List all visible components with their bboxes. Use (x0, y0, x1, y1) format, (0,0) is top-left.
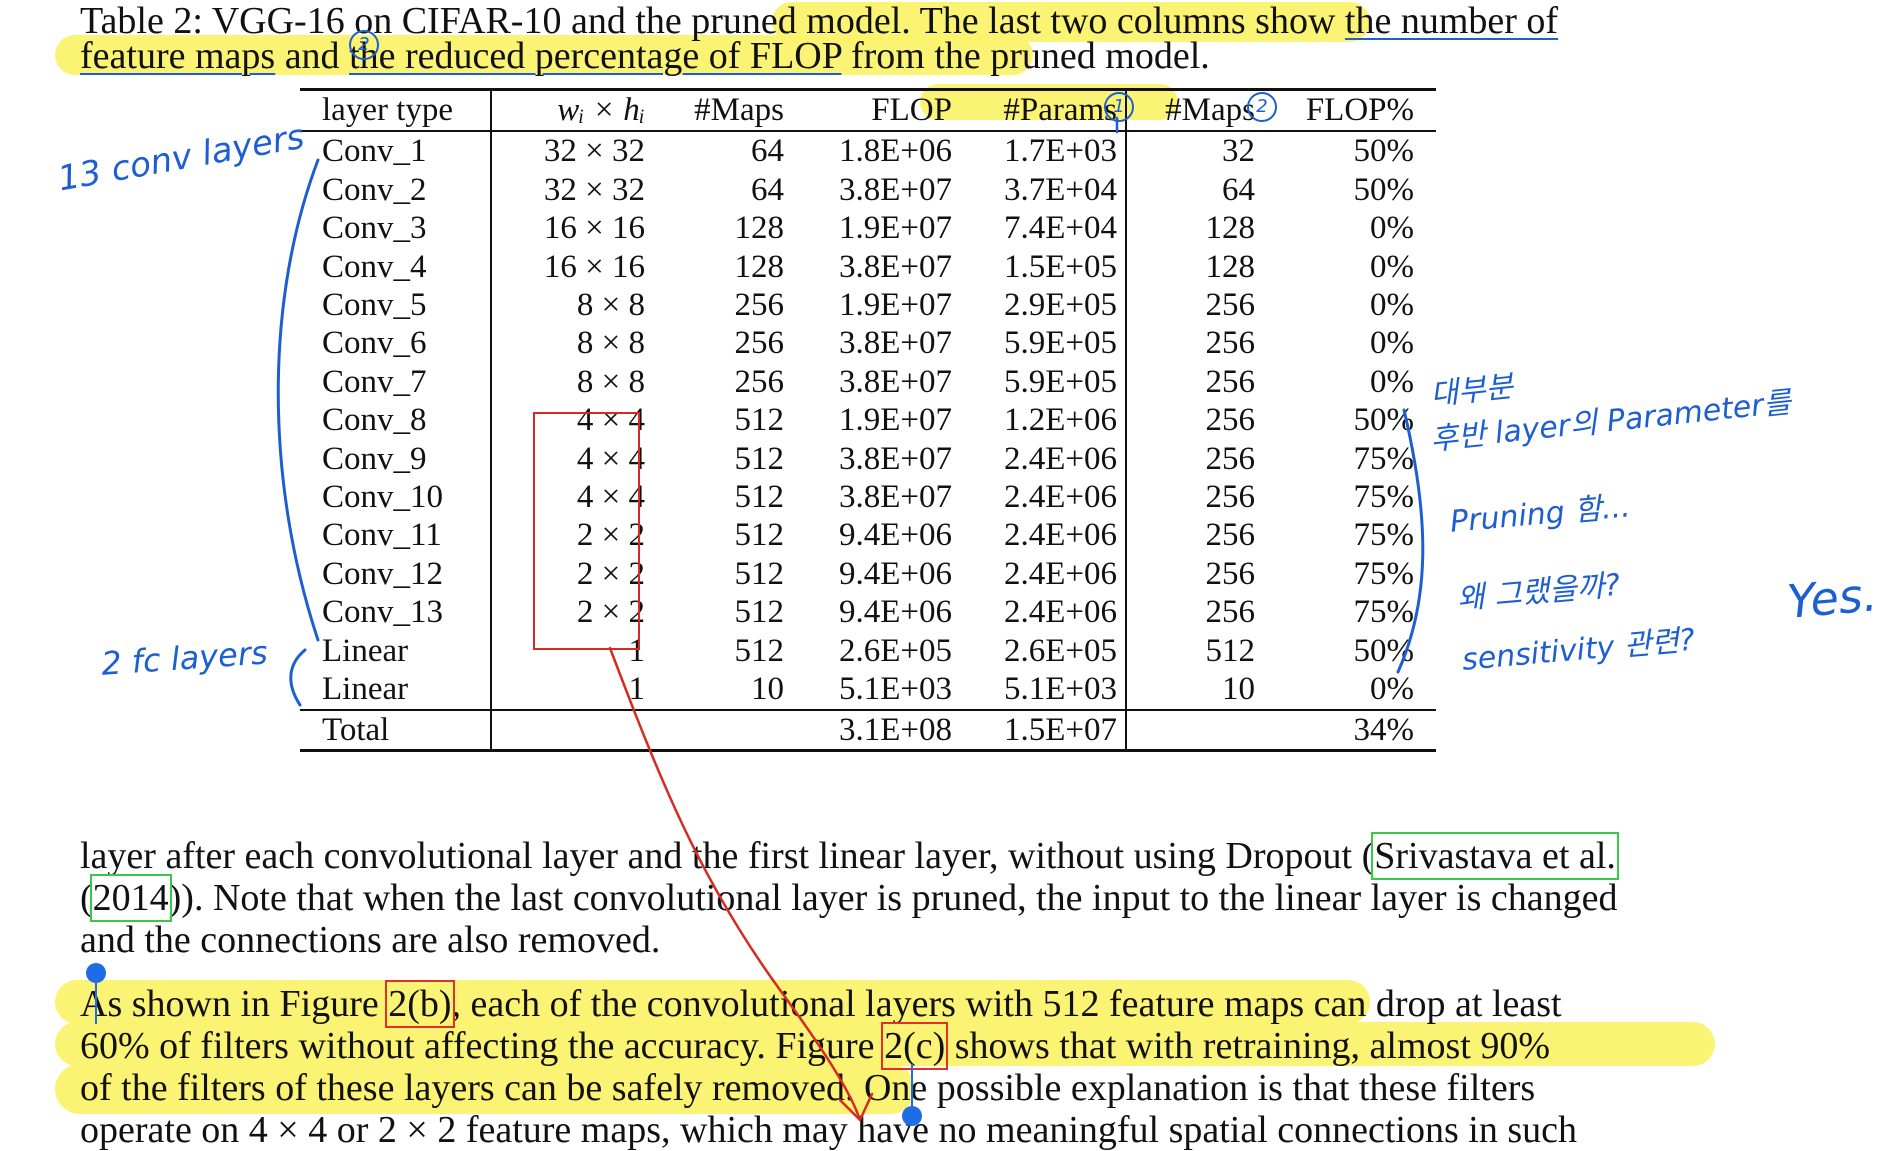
conv-brace-stroke (276, 158, 320, 642)
document-page: Table 2: VGG-16 on CIFAR-10 and the prun… (0, 0, 1895, 1151)
red-arrow-stroke (608, 646, 862, 1122)
right-brace-stroke (1396, 408, 1425, 674)
fc-brace-stroke (289, 648, 307, 707)
ink-layer (276, 116, 1425, 1123)
